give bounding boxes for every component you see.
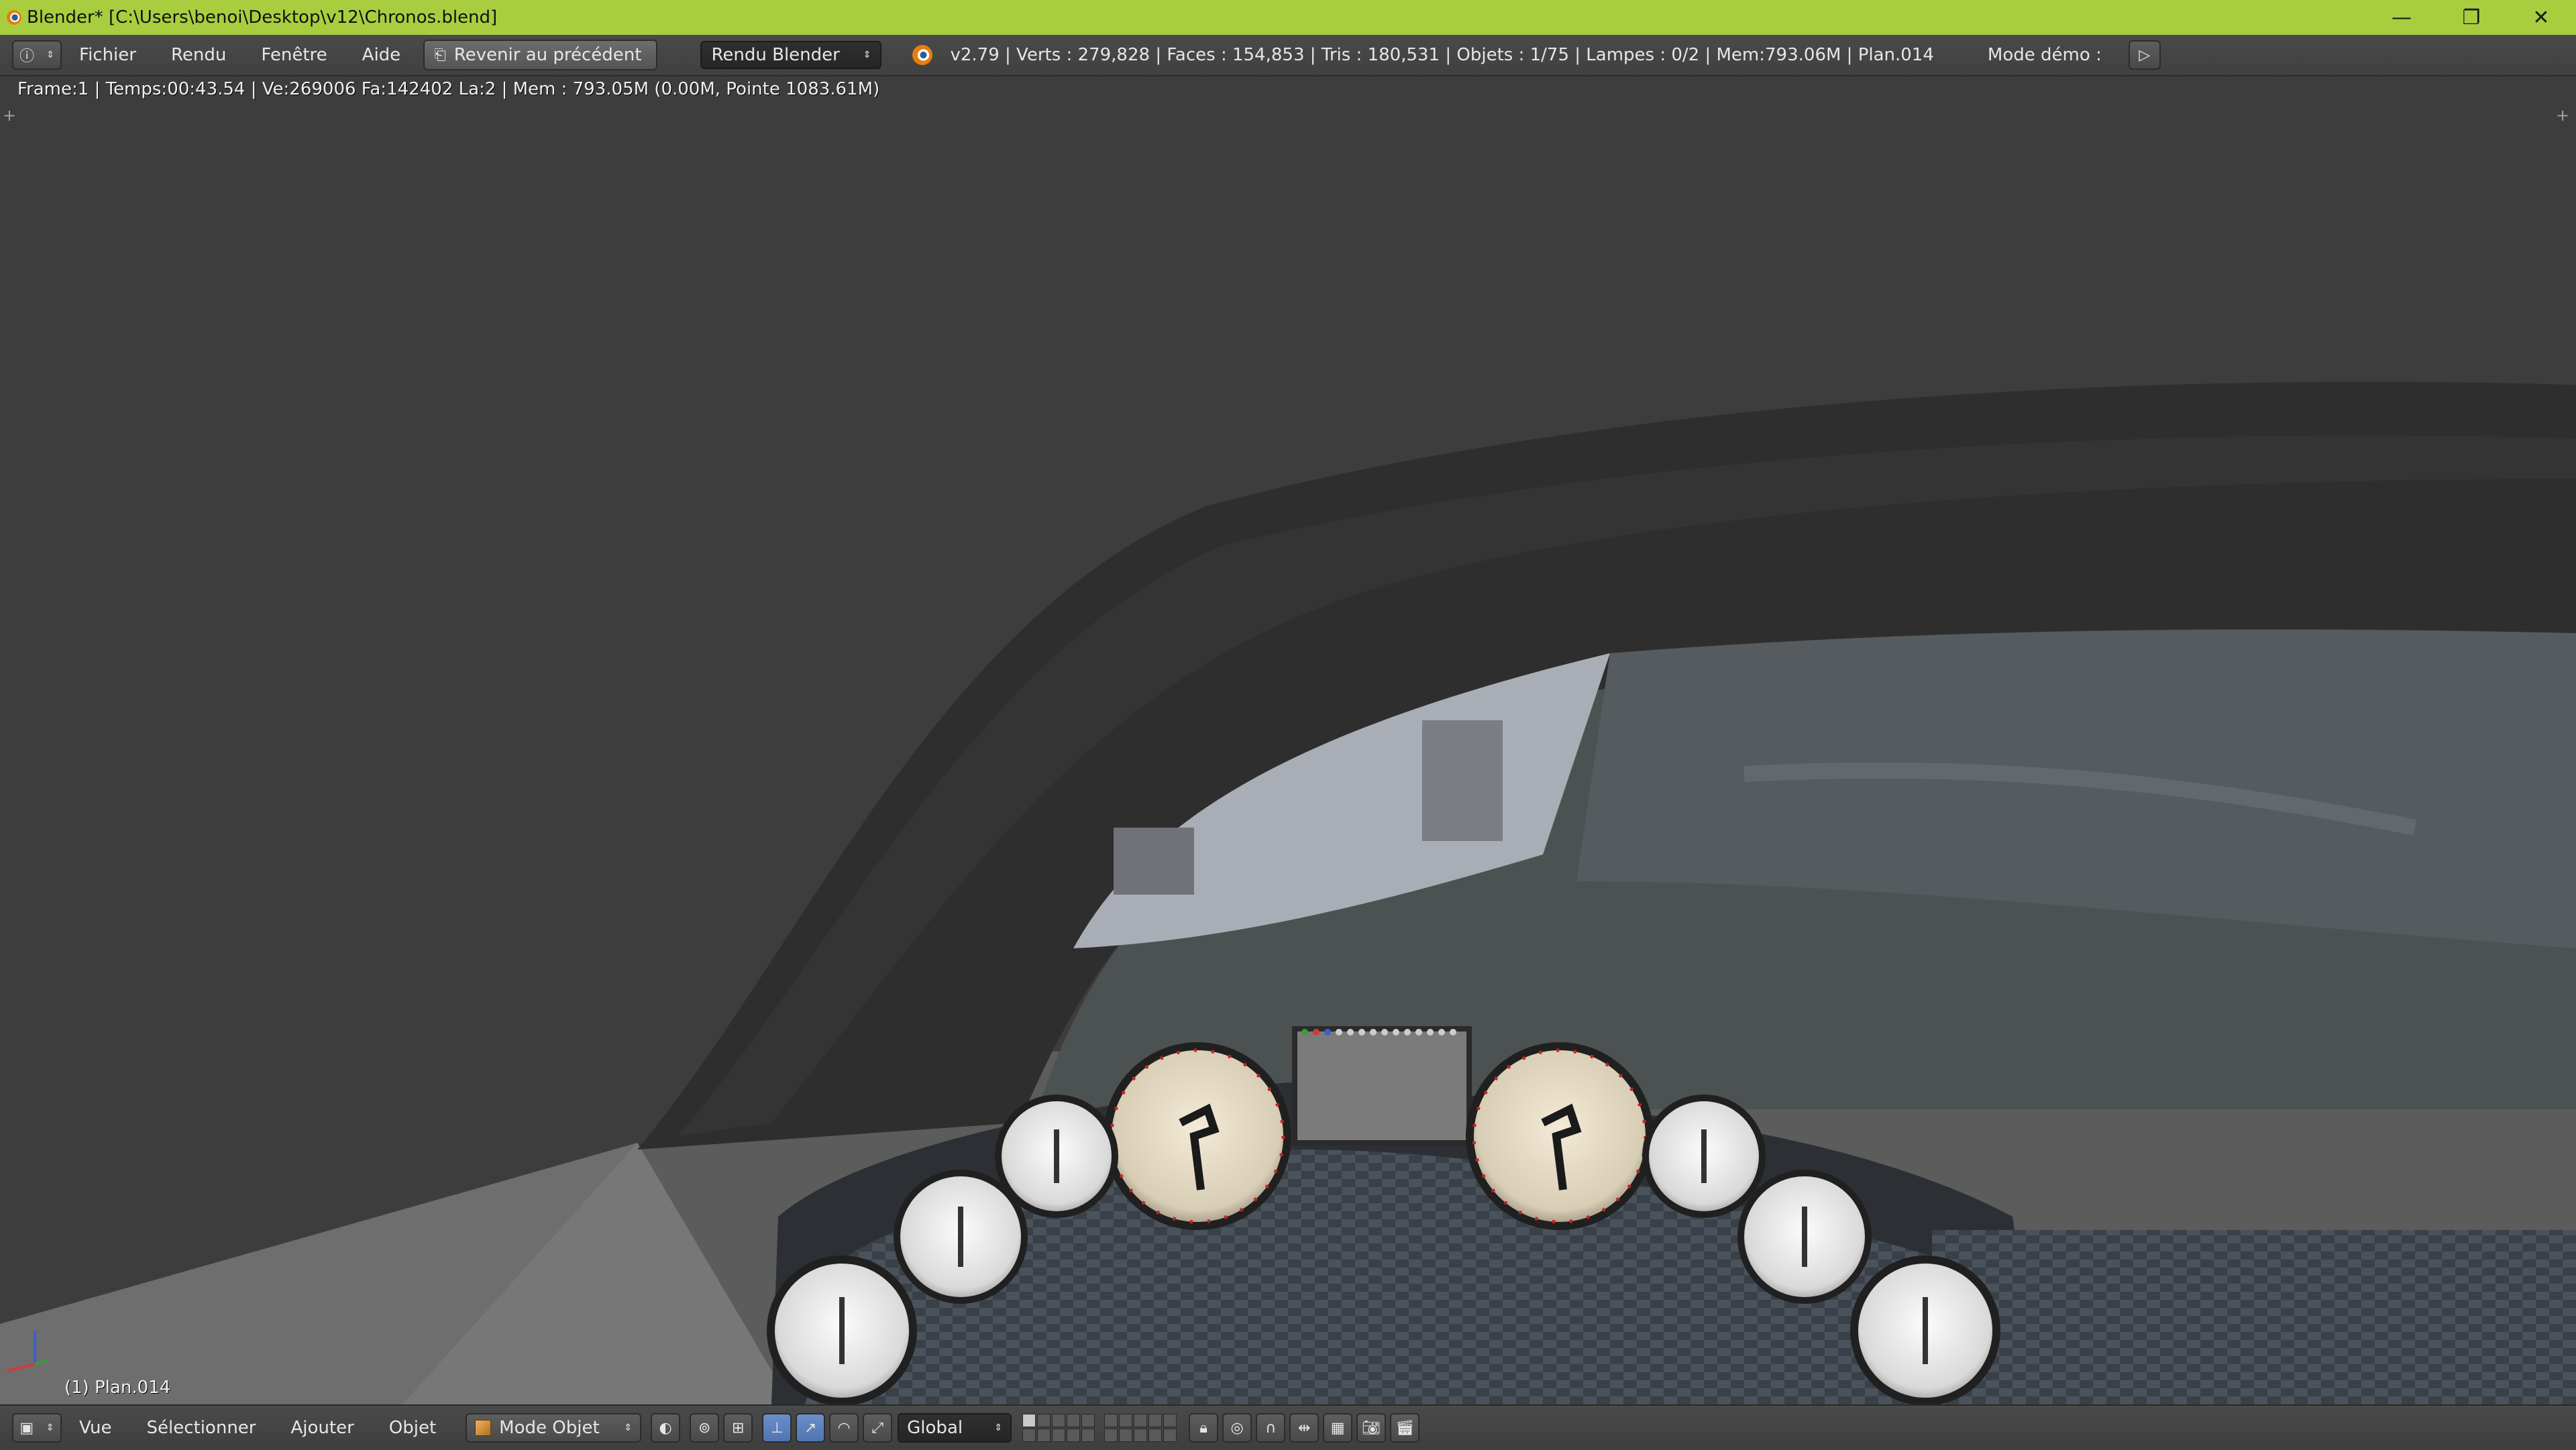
blender-logo-icon	[7, 10, 21, 25]
back-arrow-icon: ⎗	[434, 46, 446, 64]
window-title: Blender* [C:\Users\benoi\Desktop\v12\Chr…	[27, 7, 498, 27]
minimize-button[interactable]: —	[2367, 0, 2436, 35]
translate-manipulator-button[interactable]: ↗	[796, 1413, 826, 1443]
magnet-icon: ∩	[1265, 1419, 1277, 1437]
render-image-icon: ▦	[1330, 1419, 1345, 1437]
scale-manipulator-button[interactable]: ⤢	[863, 1413, 893, 1443]
render-opengl-button[interactable]: ▦	[1323, 1413, 1353, 1443]
proportional-edit-icon: ◎	[1230, 1419, 1244, 1437]
render-opengl-still-button[interactable]: 📷︎	[1356, 1413, 1387, 1443]
area-split-corner-icon[interactable]: +	[3, 106, 16, 125]
back-button-label: Revenir au précédent	[453, 45, 642, 65]
lock-layers-button[interactable]: 🔒︎	[1189, 1413, 1219, 1443]
menu-aide[interactable]: Aide	[345, 45, 419, 65]
limit-selection-button[interactable]: ⊞	[723, 1413, 753, 1443]
spinner-arrows-icon: ⇕	[624, 1423, 633, 1433]
3d-viewport[interactable]: Frame:1 | Temps:00:43.54 | Ve:269006 Fa:…	[0, 76, 2576, 1404]
translate-arrow-icon: ↗	[804, 1419, 817, 1437]
editor-type-select[interactable]: ⓘ ⇕	[12, 40, 62, 70]
transform-orientation-label: Global	[907, 1418, 963, 1438]
viewport-shading-button[interactable]: ◐	[651, 1413, 681, 1443]
shading-sphere-icon: ◐	[659, 1419, 672, 1437]
spinner-arrows-icon: ⇕	[46, 1423, 54, 1433]
snap-element-icon: ⇹	[1297, 1419, 1311, 1437]
scene-stats: v2.79 | Verts : 279,828 | Faces : 154,85…	[950, 45, 1934, 65]
render-info-text: Frame:1 | Temps:00:43.54 | Ve:269006 Fa:…	[17, 79, 880, 99]
render-opengl-animation-button[interactable]: 🎬︎	[1390, 1413, 1420, 1443]
snap-element-button[interactable]: ⇹	[1289, 1413, 1320, 1443]
blender-stats-icon	[912, 45, 933, 65]
menu-ajouter[interactable]: Ajouter	[273, 1418, 371, 1438]
window-titlebar: Blender* [C:\Users\benoi\Desktop\v12\Chr…	[0, 0, 2576, 35]
menu-objet[interactable]: Objet	[372, 1418, 453, 1438]
grid-select-icon: ⊞	[731, 1419, 745, 1437]
viewport-render	[0, 76, 2576, 1404]
spinner-arrows-icon: ⇕	[994, 1423, 1003, 1433]
area-split-corner-icon[interactable]: +	[2556, 106, 2569, 125]
rotate-icon: ◠	[837, 1419, 851, 1437]
editor-type-select[interactable]: ▣ ⇕	[12, 1413, 62, 1443]
left-main-gauge	[1104, 1042, 1291, 1230]
interaction-mode-select[interactable]: Mode Objet ⇕	[466, 1413, 642, 1443]
menu-vue[interactable]: Vue	[62, 1418, 129, 1438]
view3d-icon: ▣	[19, 1419, 34, 1437]
interaction-mode-label: Mode Objet	[499, 1418, 600, 1438]
manipulator-toggle-button[interactable]: ⊥	[762, 1413, 792, 1443]
spinner-arrows-icon: ⇕	[46, 50, 54, 60]
scene-layers[interactable]	[1022, 1414, 1185, 1442]
rotate-manipulator-button[interactable]: ◠	[829, 1413, 859, 1443]
scale-icon: ⤢	[871, 1419, 883, 1437]
pivot-point-button[interactable]: ⊚	[690, 1413, 720, 1443]
maximize-button[interactable]: ❐	[2436, 0, 2506, 35]
info-header: ⓘ ⇕ Fichier Rendu Fenêtre Aide ⎗ Revenir…	[0, 35, 2576, 76]
layer-group-2[interactable]	[1104, 1414, 1177, 1442]
back-to-previous-button[interactable]: ⎗ Revenir au précédent	[423, 40, 658, 70]
clapperboard-icon: 🎬︎	[1395, 1419, 1415, 1437]
camera-icon: 📷︎	[1362, 1419, 1381, 1437]
demo-mode-label: Mode démo :	[1987, 45, 2102, 65]
manipulator-icon: ⊥	[770, 1419, 784, 1437]
viewport-header: ▣ ⇕ Vue Sélectionner Ajouter Objet Mode …	[0, 1404, 2576, 1450]
menu-fichier[interactable]: Fichier	[62, 45, 154, 65]
render-engine-select[interactable]: Rendu Blender ⇕	[700, 41, 882, 69]
transform-orientation-select[interactable]: Global ⇕	[898, 1413, 1012, 1443]
proportional-edit-button[interactable]: ◎	[1222, 1413, 1252, 1443]
layer-group-1[interactable]	[1022, 1414, 1095, 1442]
active-object-label: (1) Plan.014	[64, 1378, 171, 1398]
right-main-gauge	[1466, 1042, 1654, 1230]
close-button[interactable]: ✕	[2506, 0, 2576, 35]
info-icon: ⓘ	[19, 48, 35, 65]
spinner-arrows-icon: ⇕	[863, 50, 871, 60]
snap-toggle-button[interactable]: ∩	[1256, 1413, 1286, 1443]
lock-icon: 🔒︎	[1199, 1419, 1208, 1437]
pivot-icon: ⊚	[698, 1419, 711, 1437]
menu-selectionner[interactable]: Sélectionner	[129, 1418, 274, 1438]
render-engine-label: Rendu Blender	[711, 45, 840, 65]
menu-fenetre[interactable]: Fenêtre	[244, 45, 344, 65]
play-icon: ▷	[2139, 46, 2151, 64]
play-button[interactable]: ▷	[2128, 40, 2161, 70]
menu-rendu[interactable]: Rendu	[154, 45, 244, 65]
object-mode-cube-icon	[475, 1420, 492, 1436]
